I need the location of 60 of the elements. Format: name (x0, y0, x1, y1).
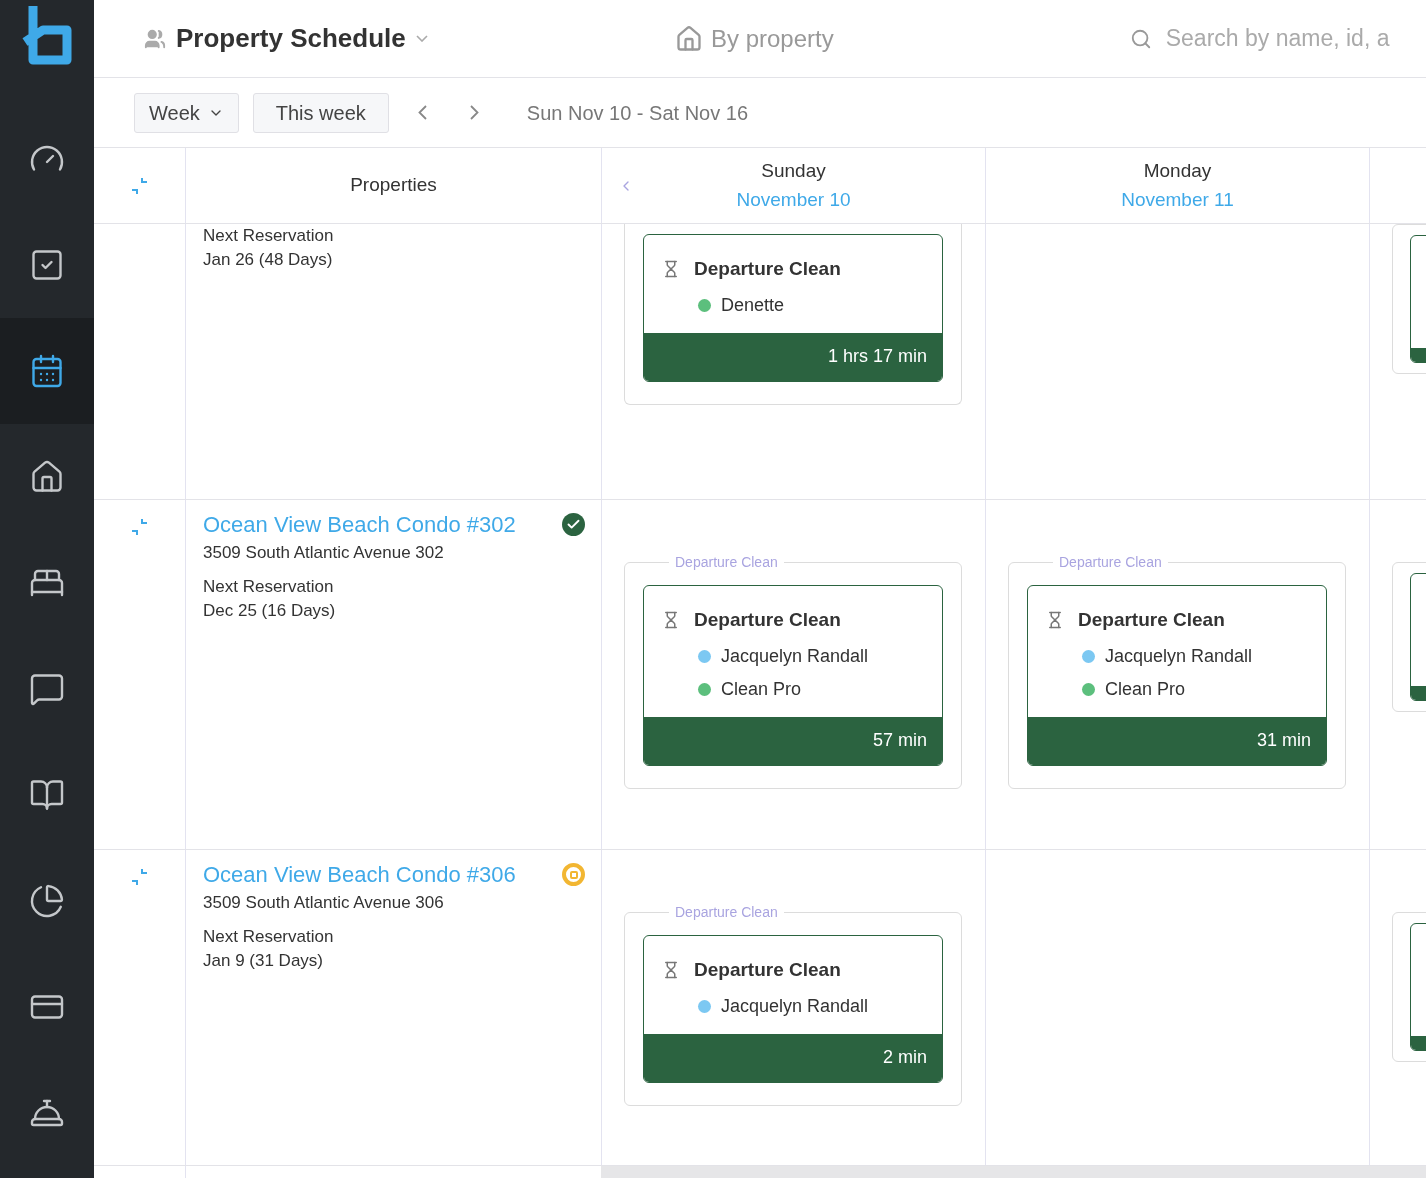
hourglass-icon (662, 611, 680, 630)
checkbox-icon (29, 247, 65, 283)
date-label: November 10 (736, 187, 851, 212)
task-card[interactable]: Departure Clean Jacquelyn Randall Clean Pro 31 min (1027, 585, 1327, 766)
sidebar-item[interactable] (0, 318, 94, 424)
assignee-name: Jacquelyn Randall (1105, 644, 1253, 668)
task-title: Departure Clean (694, 257, 841, 281)
assignee-name: Clean Pro (721, 677, 802, 701)
pie-chart-icon (29, 883, 65, 919)
collapse-icon[interactable] (129, 176, 150, 195)
assignee-name: Jacquelyn Randall (721, 644, 869, 668)
chevron-right-icon (470, 105, 480, 120)
assignee-name: Jacquelyn Randall (721, 994, 869, 1018)
assignee-name: Clean Pro (1105, 677, 1186, 701)
duration-bar: 31 min (1028, 716, 1326, 765)
chevron-left-icon (418, 105, 428, 120)
schedule-title-dropdown[interactable]: Property Schedule (176, 19, 428, 58)
group-label: Departure Clean (669, 553, 784, 571)
group-label: Departure Clean (669, 903, 784, 921)
chevron-down-icon (415, 35, 428, 42)
next-reservation-date: Dec 25 (16 Days) (203, 600, 337, 622)
task-title: Departure Clean (694, 958, 841, 982)
calendar-icon (29, 353, 65, 389)
collapse-icon[interactable] (129, 868, 150, 886)
duration-bar: 2 min (644, 1033, 942, 1082)
next-reservation-label: Next Reservation (203, 576, 335, 598)
assignee-name: Denette (721, 293, 785, 317)
search-field[interactable]: Search by name, id, a (1129, 21, 1426, 56)
hourglass-icon (662, 961, 680, 980)
next-reservation-label: Next Reservation (203, 926, 335, 948)
home-icon (675, 24, 703, 53)
date-range: Sun Nov 10 - Sat Nov 16 (526, 100, 749, 126)
property-address: 3509 South Atlantic Avenue 306 (203, 892, 445, 914)
collapse-icon[interactable] (129, 518, 150, 536)
next-reservation-date: Jan 26 (48 Days) (203, 249, 334, 271)
search-icon (1129, 27, 1152, 50)
task-title: Departure Clean (1078, 608, 1225, 632)
next-reservation-date: Jan 9 (31 Days) (203, 950, 324, 972)
task-card[interactable]: Departure Clean Jacquelyn Randall 2 min (643, 935, 943, 1083)
book-icon (29, 777, 65, 813)
task-card[interactable]: Departure Clean Denette 1 hrs 17 min (643, 234, 943, 382)
hourglass-icon (1046, 611, 1064, 630)
task-title: Departure Clean (694, 608, 841, 632)
next-reservation-label: Next Reservation (203, 225, 335, 247)
hourglass-icon (662, 260, 680, 279)
date-label: November 11 (1121, 187, 1234, 212)
weekday-label: Monday (1143, 159, 1212, 183)
home-icon (29, 459, 65, 495)
column-header: Properties (350, 173, 437, 198)
property-address: 3509 South Atlantic Avenue 302 (203, 542, 445, 564)
group-label: Departure Clean (1053, 553, 1168, 571)
horizontal-scrollbar[interactable] (601, 1166, 1426, 1178)
period-dropdown[interactable]: Week (134, 92, 239, 133)
task-card[interactable]: Departure Clean Jacquelyn Randall Clean Pro 57 min (643, 585, 943, 766)
people-icon (144, 27, 166, 50)
this-week-button[interactable]: This week (252, 92, 389, 133)
duration-bar: 1 hrs 17 min (644, 332, 942, 381)
duration-bar: 57 min (644, 716, 942, 765)
weekday-label: Sunday (761, 159, 826, 183)
chat-bubble-icon (29, 671, 65, 707)
